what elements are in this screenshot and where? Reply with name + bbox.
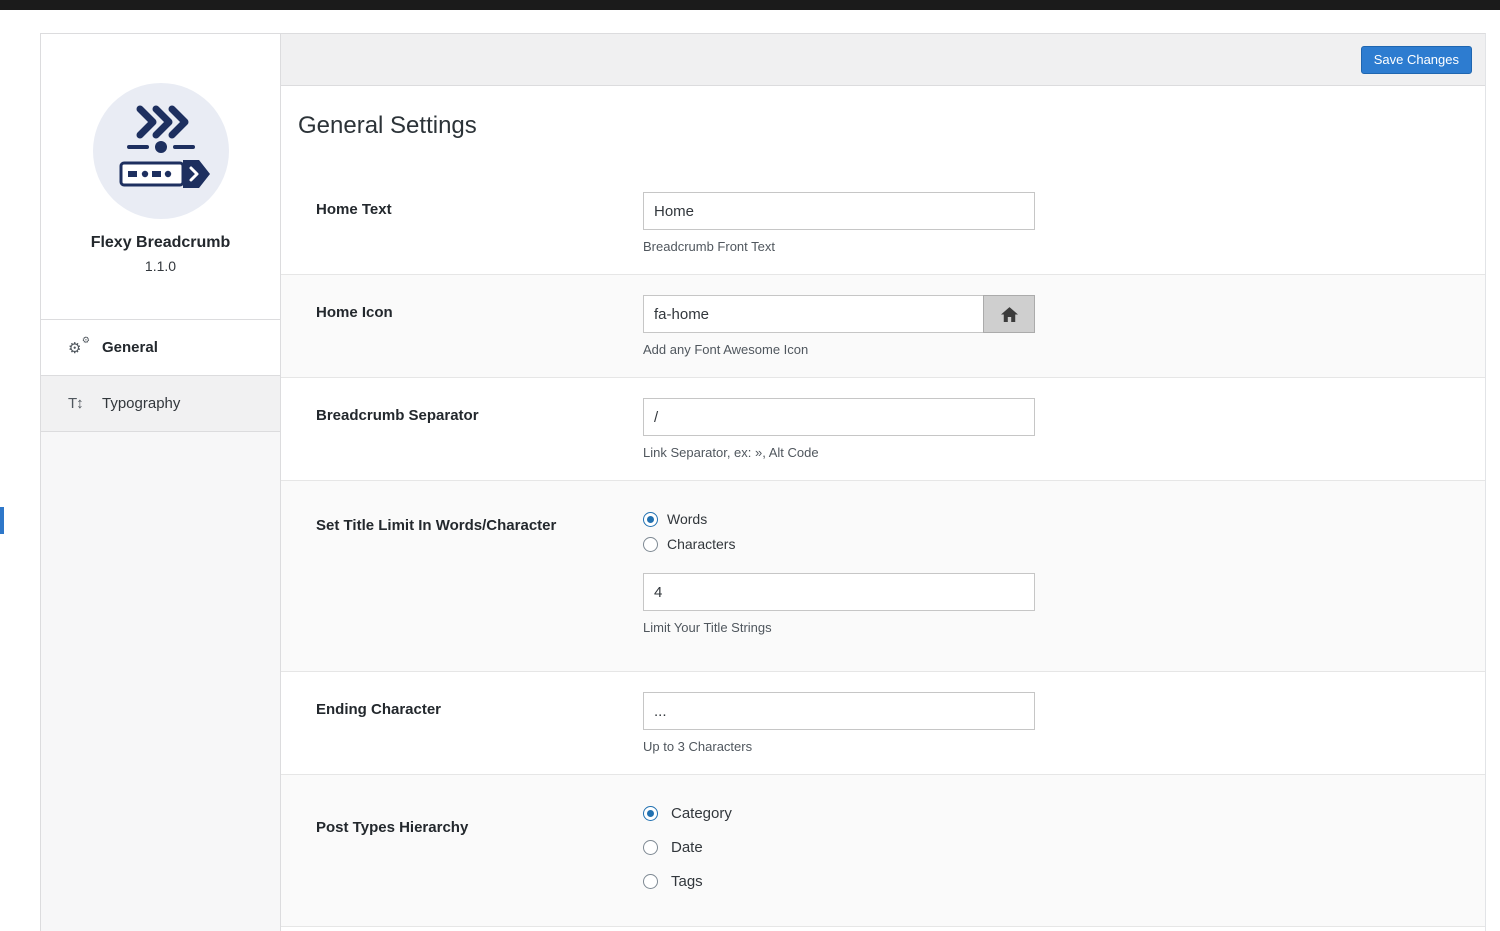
separator-helper: Link Separator, ex: », Alt Code [643,445,1035,460]
radio-option-characters[interactable]: Characters [643,536,1035,552]
save-changes-button[interactable]: Save Changes [1361,46,1472,74]
wp-admin-bar [0,0,1500,10]
home-text-input[interactable] [643,192,1035,230]
sidebar: Flexy Breadcrumb 1.1.0 ⚙ ⚙ General T↕ Ty… [40,33,281,931]
radio-option-words[interactable]: Words [643,511,1035,527]
tab-general-label: General [102,339,158,356]
toolbar: Save Changes [281,34,1485,86]
title-limit-helper: Limit Your Title Strings [643,620,1035,635]
title-limit-input[interactable] [643,573,1035,611]
left-edge-accent [0,507,4,534]
separator-label: Breadcrumb Separator [316,398,643,460]
title-limit-row: Set Title Limit In Words/Character Words… [281,480,1485,671]
home-icon [1001,307,1018,322]
separator-input[interactable] [643,398,1035,436]
date-radio-input[interactable] [643,840,658,855]
radio-option-category[interactable]: Category [643,805,1035,822]
radio-option-date[interactable]: Date [643,839,1035,856]
home-icon-row: Home Icon Add any Font Awesome Icon [281,274,1485,377]
date-radio-label: Date [671,839,703,856]
home-icon-label: Home Icon [316,295,643,357]
breadcrumb-logo-graphic [93,83,229,219]
sidebar-filler [41,431,280,931]
ending-character-helper: Up to 3 Characters [643,739,1035,754]
category-radio-input[interactable] [643,806,658,821]
post-types-field: Category Date Tags [643,805,1035,890]
plugin-info-card: Flexy Breadcrumb 1.1.0 [41,34,280,319]
ending-character-label: Ending Character [316,692,643,754]
words-radio-label: Words [667,511,707,527]
home-text-label: Home Text [316,192,643,254]
home-icon-field: Add any Font Awesome Icon [643,295,1035,357]
gears-icon: ⚙ ⚙ [68,339,90,357]
flexy-breadcrumb-logo-icon [93,83,229,219]
separator-row: Breadcrumb Separator Link Separator, ex:… [281,377,1485,480]
tags-radio-input[interactable] [643,874,658,889]
category-radio-label: Category [671,805,732,822]
tags-radio-label: Tags [671,873,703,890]
plugin-name: Flexy Breadcrumb [41,234,280,252]
plugin-settings-page: Flexy Breadcrumb 1.1.0 ⚙ ⚙ General T↕ Ty… [40,33,1486,931]
radio-option-tags[interactable]: Tags [643,873,1035,890]
home-text-helper: Breadcrumb Front Text [643,239,1035,254]
tab-general[interactable]: ⚙ ⚙ General [41,319,280,375]
home-icon-helper: Add any Font Awesome Icon [643,342,1035,357]
plugin-version: 1.1.0 [41,258,280,274]
title-limit-field: Words Characters Limit Your Title String… [643,511,1035,635]
page-title: General Settings [298,112,1485,140]
ending-character-field: Up to 3 Characters [643,692,1035,754]
ending-character-input[interactable] [643,692,1035,730]
characters-radio-input[interactable] [643,537,658,552]
words-radio-input[interactable] [643,512,658,527]
home-icon-input-group [643,295,1035,333]
post-types-label: Post Types Hierarchy [316,805,643,890]
ending-character-row: Ending Character Up to 3 Characters [281,671,1485,774]
tab-typography-label: Typography [102,395,180,412]
post-types-row: Post Types Hierarchy Category Date Tags [281,774,1485,927]
tab-typography[interactable]: T↕ Typography [41,375,280,431]
characters-radio-label: Characters [667,536,735,552]
home-icon-preview-button[interactable] [983,295,1035,333]
home-text-row: Home Text Breadcrumb Front Text [281,172,1485,274]
home-icon-input[interactable] [643,295,983,333]
separator-field: Link Separator, ex: », Alt Code [643,398,1035,460]
title-limit-label: Set Title Limit In Words/Character [316,511,643,635]
home-text-field: Breadcrumb Front Text [643,192,1035,254]
text-height-icon: T↕ [68,395,90,412]
title-section: General Settings [281,86,1485,172]
settings-content: Save Changes General Settings Home Text … [281,33,1486,931]
